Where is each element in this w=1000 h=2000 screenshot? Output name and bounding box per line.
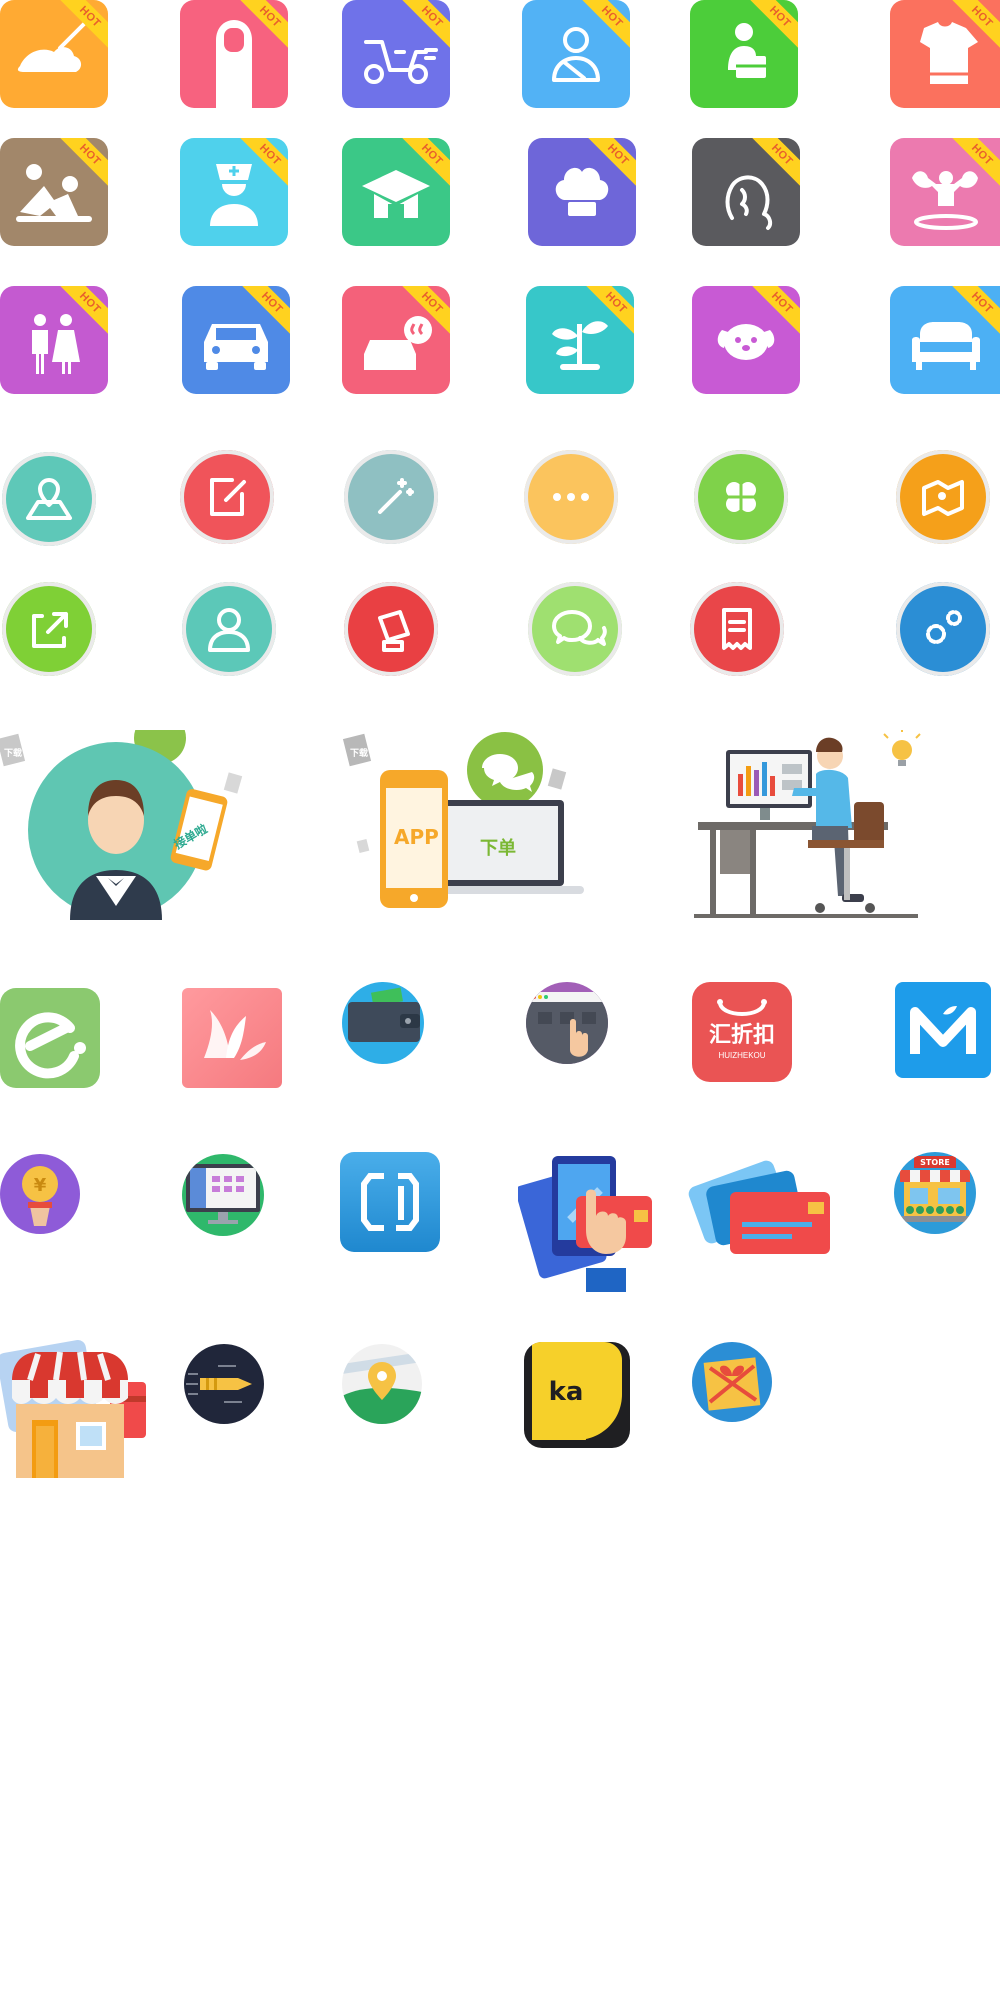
round-location-map[interactable] <box>2 452 96 546</box>
waiter-illustration: 下载 接单啦 <box>0 730 260 920</box>
more-dots-icon <box>553 493 589 501</box>
app-cj[interactable] <box>340 1152 440 1252</box>
app-navigation[interactable] <box>342 1344 422 1424</box>
app-touch[interactable] <box>526 982 608 1064</box>
report-icon <box>378 610 410 652</box>
monitor-icon <box>186 1164 260 1224</box>
app-ka[interactable]: ka <box>524 1342 630 1448</box>
tile-laundry[interactable]: HOT <box>890 0 1000 108</box>
app-bank-card <box>688 1158 838 1270</box>
icon-sheet: HOT HOT HOT HOT HOT HOT HOT HOT HOT HOT … <box>0 0 1000 2000</box>
storefront-icon: STORE <box>900 1156 970 1222</box>
tile-gardening[interactable]: HOT <box>526 286 634 394</box>
app-mobile-pay <box>518 1150 674 1300</box>
round-apps[interactable] <box>694 450 788 544</box>
office-worker-illustration <box>690 730 930 920</box>
tile-pet-care[interactable]: HOT <box>692 286 800 394</box>
edit-icon <box>210 478 246 516</box>
waiter-icon: 下载 接单啦 <box>0 730 260 920</box>
round-report[interactable] <box>344 582 438 676</box>
tile-car-rental[interactable]: HOT <box>182 286 290 394</box>
tile-courier[interactable]: HOT <box>690 0 798 108</box>
map-marker-icon <box>342 1352 422 1424</box>
tile-furniture[interactable]: HOT <box>890 286 1000 394</box>
shopping-bag-icon: 汇折扣 HUIZHEKOU <box>709 999 775 1060</box>
bullet-icon <box>186 1365 252 1403</box>
wallet-icon <box>348 987 420 1042</box>
round-edit[interactable] <box>180 450 274 544</box>
tile-nurse[interactable]: HOT <box>180 138 288 246</box>
app-shop <box>0 1340 150 1478</box>
tile-wedding[interactable]: HOT <box>0 286 108 394</box>
svg-text:下单: 下单 <box>480 837 516 859</box>
tile-education[interactable]: HOT <box>342 138 450 246</box>
gift-box-icon <box>703 1357 761 1411</box>
desk-computer-icon <box>694 730 921 918</box>
tile-massage[interactable]: HOT <box>0 138 108 246</box>
receipt-icon <box>722 608 752 650</box>
app-desktop[interactable] <box>182 1154 264 1236</box>
svg-text:APP: APP <box>394 825 439 849</box>
tile-car-wash[interactable]: HOT <box>342 286 450 394</box>
app-coin[interactable]: ¥ <box>0 1154 80 1234</box>
tile-manicure[interactable]: HOT <box>180 0 288 108</box>
share-icon <box>32 612 68 648</box>
svg-text:下载: 下载 <box>4 747 22 759</box>
app-m[interactable] <box>895 982 991 1078</box>
clover-apps-icon <box>726 482 756 512</box>
shop-awning-icon <box>0 1340 146 1478</box>
phone-card-icon <box>518 1156 652 1292</box>
round-more[interactable] <box>524 450 618 544</box>
phone-laptop-icon: 下载 下单 APP <box>342 732 584 908</box>
credit-cards-icon <box>688 1160 830 1254</box>
map-pin-icon <box>922 480 964 516</box>
cj-logo-icon <box>361 1173 419 1231</box>
app-huizhekou[interactable]: 汇折扣 HUIZHEKOU <box>692 982 792 1082</box>
app-petal[interactable] <box>182 988 282 1088</box>
round-wechat[interactable] <box>528 582 622 676</box>
round-share[interactable] <box>2 582 96 676</box>
coin-hand-icon: ¥ <box>22 1166 58 1226</box>
tile-fitness[interactable]: HOT <box>890 138 1000 246</box>
svg-text:汇折扣: 汇折扣 <box>709 1023 775 1048</box>
app-store[interactable]: STORE <box>894 1152 976 1234</box>
app-wallet[interactable] <box>342 982 424 1064</box>
svg-text:¥: ¥ <box>34 1175 47 1196</box>
m-logo-icon <box>910 1006 976 1054</box>
tile-scooter-delivery[interactable]: HOT <box>342 0 450 108</box>
gears-icon <box>926 610 962 644</box>
touch-screen-icon <box>526 992 608 1064</box>
round-settings[interactable] <box>896 582 990 676</box>
app-eleme[interactable] <box>0 988 100 1088</box>
round-map[interactable] <box>896 450 990 544</box>
tile-cleaning-service[interactable]: HOT <box>0 0 108 108</box>
ka-logo-icon: ka <box>532 1342 622 1440</box>
svg-text:HUIZHEKOU: HUIZHEKOU <box>718 1051 765 1060</box>
chat-bubbles-icon <box>552 610 607 646</box>
eleme-logo-icon <box>15 1012 86 1079</box>
round-receipt[interactable] <box>690 582 784 676</box>
svg-text:ka: ka <box>549 1377 584 1407</box>
svg-text:下载: 下载 <box>350 747 368 759</box>
app-gift[interactable] <box>692 1342 772 1422</box>
tile-chef[interactable]: HOT <box>528 138 636 246</box>
svg-text:STORE: STORE <box>920 1158 950 1167</box>
magic-wand-icon <box>378 478 414 514</box>
tile-hairdresser[interactable]: HOT <box>692 138 800 246</box>
app-fast-delivery[interactable] <box>184 1344 264 1424</box>
tile-driver[interactable]: HOT <box>522 0 630 108</box>
location-map-icon <box>26 478 72 520</box>
feather-icon <box>204 1010 266 1060</box>
user-icon <box>208 608 250 652</box>
order-app-illustration: 下载 下单 APP <box>340 730 600 920</box>
round-magic-wand[interactable] <box>344 450 438 544</box>
round-user[interactable] <box>182 582 276 676</box>
